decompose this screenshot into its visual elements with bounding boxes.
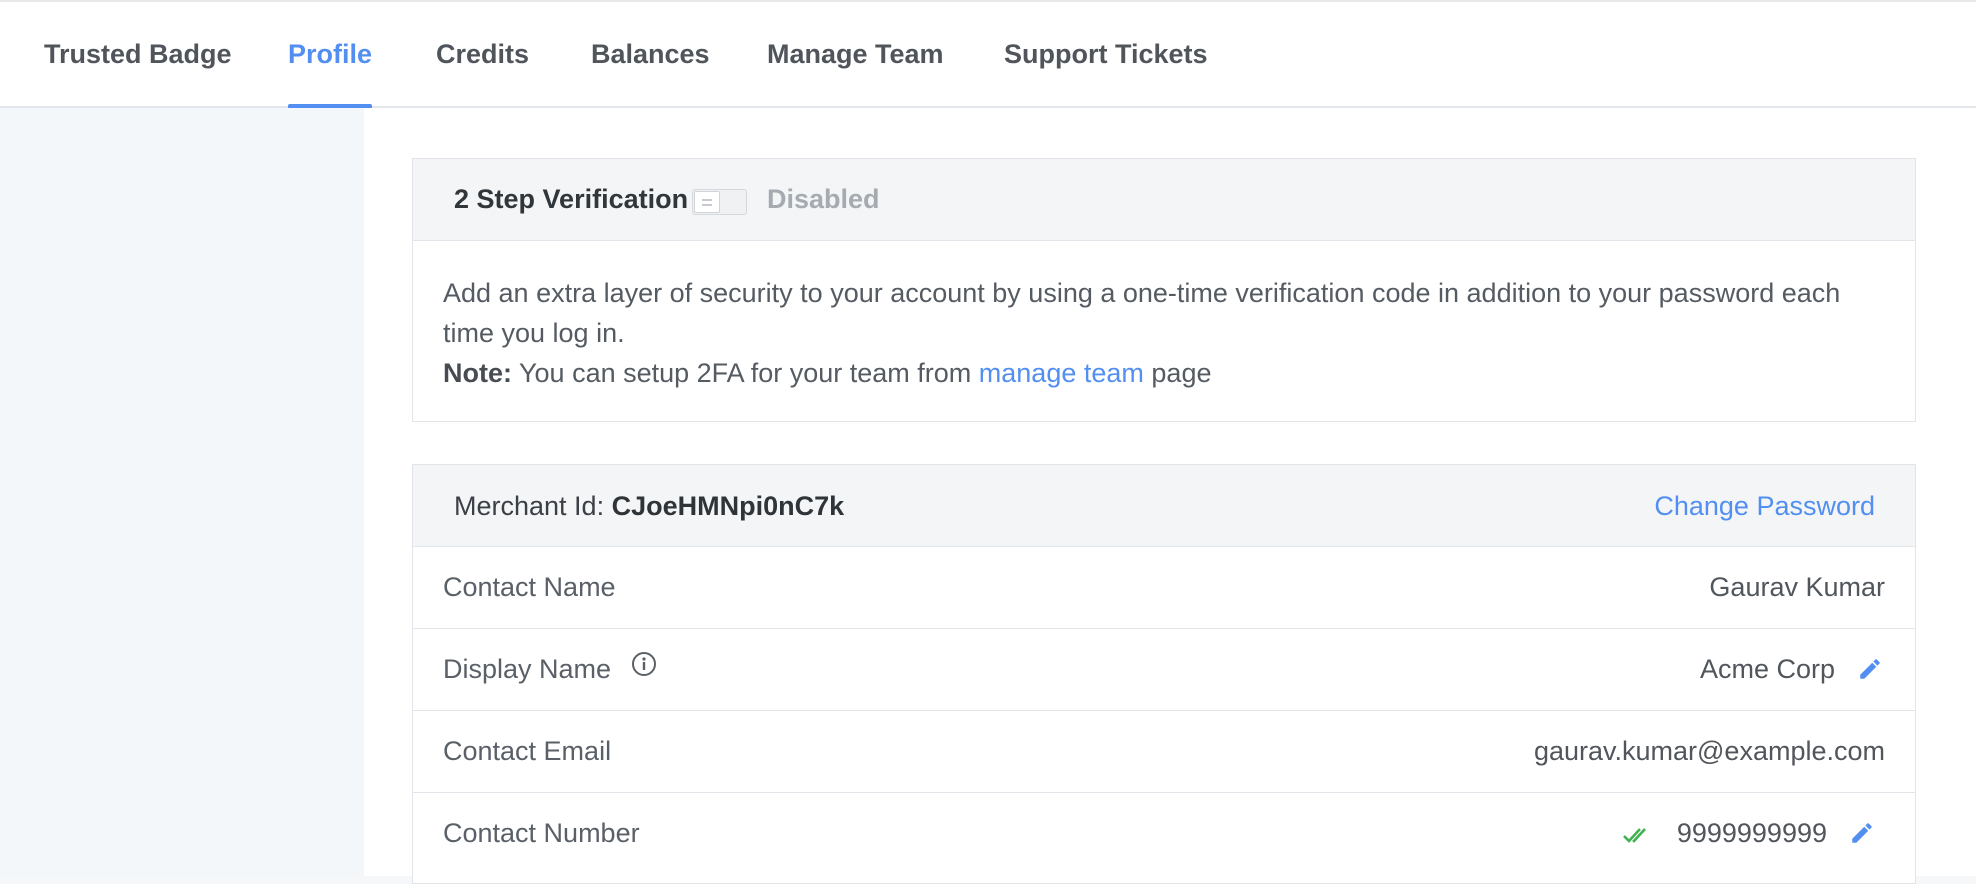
tab-profile[interactable]: Profile	[288, 2, 373, 110]
merchant-id-value: CJoeHMNpi0nC7k	[611, 491, 845, 521]
tab-support-tickets[interactable]: Support Tickets	[1004, 2, 1208, 108]
profile-details-card: Merchant Id: CJoeHMNpi0nC7k Change Passw…	[412, 464, 1916, 884]
display-name-label-wrap: Display Name	[443, 629, 657, 710]
tab-credits[interactable]: Credits	[436, 2, 529, 108]
note-label: Note:	[443, 358, 512, 388]
contact-number-row: Contact Number 9999999999	[413, 793, 1915, 875]
merchant-id: Merchant Id: CJoeHMNpi0nC7k	[454, 465, 844, 547]
change-password-link[interactable]: Change Password	[1654, 465, 1875, 547]
display-name-row: Display Name Acme Corp	[413, 629, 1915, 711]
top-navigation: Trusted Badge Profile Credits Balances M…	[0, 0, 1976, 110]
edit-display-name-pencil-icon[interactable]	[1857, 656, 1883, 687]
manage-team-link[interactable]: manage team	[979, 358, 1144, 388]
contact-number-label: Contact Number	[443, 818, 640, 848]
contact-name-label: Contact Name	[443, 572, 616, 602]
note-text: You can setup 2FA for your team from	[519, 358, 972, 388]
two-factor-description-text: Add an extra layer of security to your a…	[443, 278, 1841, 348]
toggle-knob	[694, 191, 720, 213]
two-factor-header: 2 Step Verification Disabled	[413, 159, 1915, 241]
contact-name-row: Contact Name Gaurav Kumar	[413, 547, 1915, 629]
contact-name-value: Gaurav Kumar	[1709, 572, 1885, 602]
contact-number-value: 9999999999	[1676, 818, 1827, 848]
verified-double-check-icon	[1623, 826, 1653, 849]
info-icon[interactable]	[631, 628, 657, 709]
merchant-id-label: Merchant Id:	[454, 491, 605, 521]
two-factor-title: 2 Step Verification	[454, 184, 689, 214]
two-factor-description: Add an extra layer of security to your a…	[413, 241, 1915, 421]
display-name-value: Acme Corp	[1699, 654, 1835, 684]
two-factor-note: Note: You can setup 2FA for your team fr…	[443, 353, 1885, 393]
contact-email-value[interactable]: gaurav.kumar@example.com	[1534, 711, 1885, 792]
tab-trusted-badge[interactable]: Trusted Badge	[44, 2, 232, 108]
contact-email-row: Contact Email gaurav.kumar@example.com	[413, 711, 1915, 793]
left-panel	[0, 108, 364, 876]
two-factor-status: Disabled	[767, 184, 880, 214]
two-factor-toggle[interactable]	[692, 189, 747, 215]
contact-email-label: Contact Email	[443, 736, 612, 766]
display-name-label: Display Name	[443, 654, 612, 684]
note-text-after: page	[1151, 358, 1212, 388]
edit-contact-number-pencil-icon[interactable]	[1849, 820, 1875, 851]
tab-manage-team[interactable]: Manage Team	[767, 2, 944, 108]
two-factor-card: 2 Step Verification Disabled Add an extr…	[412, 158, 1916, 422]
merchant-header: Merchant Id: CJoeHMNpi0nC7k Change Passw…	[413, 465, 1915, 547]
tab-balances[interactable]: Balances	[591, 2, 710, 108]
